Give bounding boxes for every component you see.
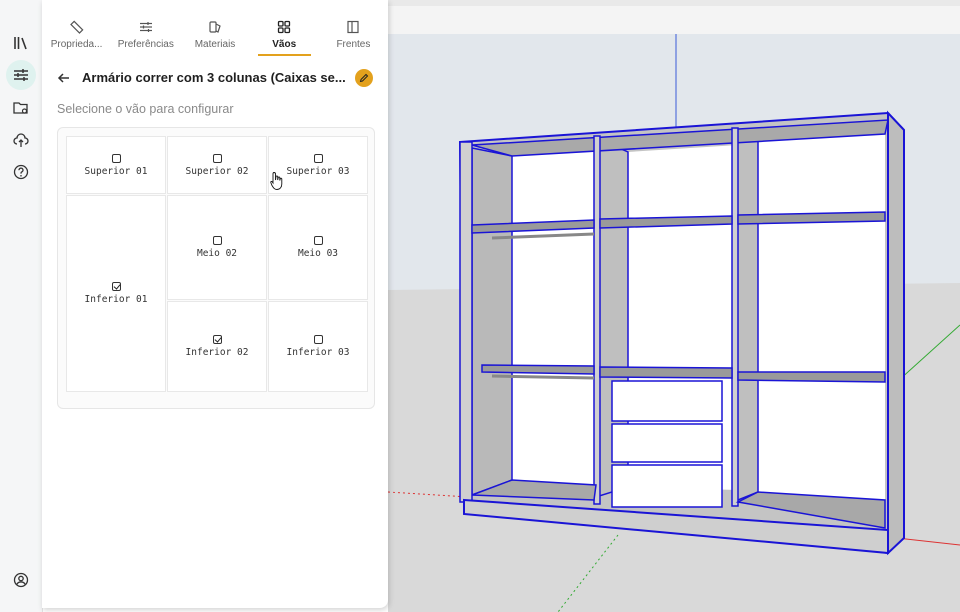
- gap-label: Meio 02: [196, 248, 238, 259]
- gap-cell-inferior-03[interactable]: Inferior 03: [268, 301, 368, 392]
- panel-header: Armário correr com 3 colunas (Caixas se.…: [42, 66, 388, 92]
- gap-label: Superior 03: [286, 165, 350, 177]
- gap-label: Inferior 03: [286, 347, 350, 358]
- folder-settings-icon: [13, 102, 28, 114]
- tab-frentes[interactable]: Frentes: [319, 10, 388, 56]
- sliders-icon: [139, 22, 152, 32]
- back-arrow-icon[interactable]: [56, 70, 72, 86]
- tab-propriedades[interactable]: Proprieda...: [42, 10, 111, 56]
- configuration-panel: Proprieda... Preferências Materiais Vãos…: [42, 0, 388, 608]
- checkbox[interactable]: [313, 335, 323, 344]
- gap-cell-meio-02[interactable]: Meio 02: [167, 195, 267, 300]
- ruler-icon: [69, 20, 84, 34]
- checkbox[interactable]: [313, 236, 323, 245]
- settings-sliders-button[interactable]: [6, 60, 36, 90]
- user-account-button[interactable]: [6, 565, 36, 595]
- left-icon-rail: [0, 0, 43, 612]
- gap-cell-inferior-02[interactable]: Inferior 02: [167, 301, 267, 392]
- tab-materiais[interactable]: Materiais: [180, 10, 249, 56]
- gap-label: Superior 01: [84, 165, 148, 177]
- library-button[interactable]: [6, 28, 36, 58]
- tab-label: Materiais: [194, 39, 236, 50]
- 3d-viewport[interactable]: [388, 0, 960, 612]
- checkbox[interactable]: [212, 236, 222, 245]
- tab-label: Vãos: [272, 39, 297, 50]
- tab-preferencias[interactable]: Preferências: [111, 10, 180, 56]
- page-title: Armário correr com 3 colunas (Caixas se.…: [82, 70, 346, 85]
- gap-cell-superior-01[interactable]: Superior 01: [66, 136, 166, 194]
- edit-button[interactable]: [355, 69, 373, 87]
- checkbox[interactable]: [212, 153, 222, 163]
- door-icon: [347, 20, 360, 34]
- grid-icon: [278, 20, 291, 34]
- user-icon: [13, 572, 29, 588]
- tab-vaos[interactable]: Vãos: [250, 10, 319, 56]
- gap-label: Inferior 02: [185, 347, 249, 358]
- library-icon: [14, 37, 27, 50]
- checkbox-checked[interactable]: [212, 335, 222, 344]
- gap-label: Superior 02: [185, 165, 249, 177]
- tab-label: Proprieda...: [50, 39, 103, 50]
- gap-label: Meio 03: [297, 248, 339, 259]
- materials-icon: [209, 21, 221, 33]
- checkbox[interactable]: [111, 153, 121, 163]
- gap-cell-meio-03[interactable]: Meio 03: [268, 195, 368, 300]
- help-icon: [13, 164, 29, 180]
- wardrobe-3d-model[interactable]: [388, 0, 960, 612]
- help-button[interactable]: [6, 157, 36, 187]
- tab-label: Preferências: [117, 39, 174, 50]
- gap-selection-grid: Superior 01 Superior 02 Superior 03 Infe…: [57, 127, 375, 409]
- tab-label: Frentes: [336, 39, 371, 50]
- folder-settings-button[interactable]: [6, 93, 36, 123]
- checkbox-checked[interactable]: [111, 282, 121, 291]
- sliders-icon: [14, 69, 28, 81]
- instruction-text: Selecione o vão para configurar: [57, 102, 234, 116]
- hand-cursor-icon: [270, 172, 283, 190]
- panel-tabs: Proprieda... Preferências Materiais Vãos…: [42, 10, 388, 56]
- gap-cell-superior-02[interactable]: Superior 02: [167, 136, 267, 194]
- gap-cell-inferior-01[interactable]: Inferior 01: [66, 195, 166, 392]
- cloud-upload-icon: [13, 133, 29, 147]
- cloud-upload-button[interactable]: [6, 125, 36, 155]
- pencil-icon: [359, 73, 369, 83]
- gap-label: Inferior 01: [84, 294, 148, 305]
- checkbox[interactable]: [313, 153, 323, 163]
